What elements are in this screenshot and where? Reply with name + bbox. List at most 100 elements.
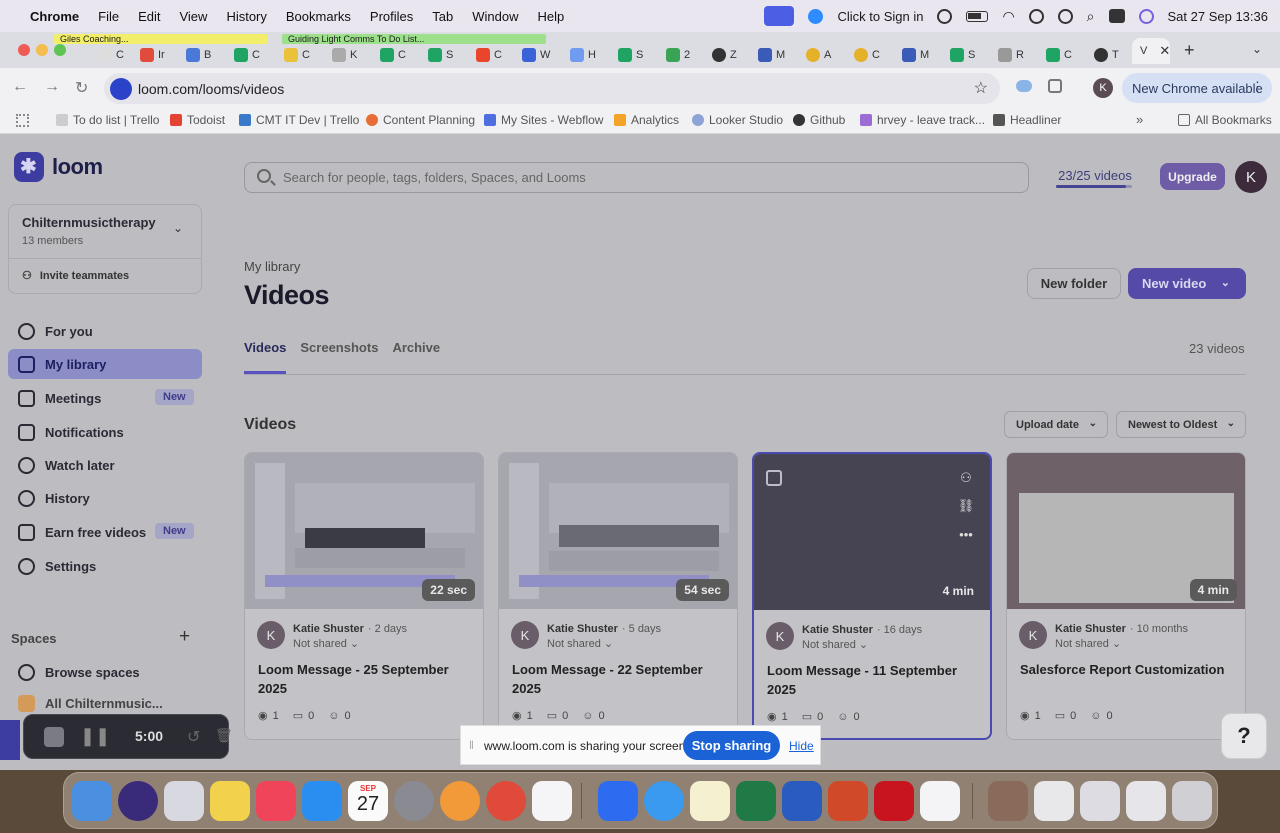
close-tab-icon[interactable]: ✕	[1159, 43, 1170, 59]
browser-tab[interactable]: R	[992, 42, 1036, 68]
invite-teammates-button[interactable]: ⚇ Invite teammates	[22, 269, 129, 283]
extensions-puzzle-icon[interactable]	[1048, 79, 1062, 93]
browser-tab[interactable]: C	[374, 42, 418, 68]
browser-tab[interactable]: C	[470, 42, 514, 68]
chrome-menu-icon[interactable]: ⋮	[1251, 79, 1264, 95]
safari-icon[interactable]	[644, 781, 684, 821]
freeform-icon[interactable]	[532, 781, 572, 821]
spotlight-icon[interactable]: ⌕	[1087, 8, 1095, 25]
url-input[interactable]: loom.com/looms/videos ☆	[104, 73, 1000, 104]
sidebar-item-watch-later[interactable]: Watch later	[8, 450, 202, 480]
browser-tab[interactable]: 2	[660, 42, 704, 68]
browser-tab[interactable]: C	[228, 42, 272, 68]
siri-icon[interactable]	[1138, 8, 1154, 24]
video-thumbnail[interactable]: 54 sec	[499, 453, 737, 609]
bookmark-cmt-trello[interactable]: CMT IT Dev | Trello	[239, 113, 359, 127]
minimize-window-icon[interactable]	[36, 44, 48, 56]
reload-icon[interactable]: ↻	[75, 78, 88, 98]
share-status[interactable]: Not shared ⌄	[802, 638, 868, 651]
menu-datetime[interactable]: Sat 27 Sep 13:36	[1168, 9, 1268, 24]
bookmark-headliner[interactable]: Headliner	[993, 113, 1061, 127]
sort-order-select[interactable]: Newest to Oldest ⌄	[1116, 411, 1246, 438]
chevron-down-icon[interactable]: ⌄	[173, 221, 183, 235]
forward-icon[interactable]: →	[44, 78, 60, 96]
siri-icon[interactable]	[118, 781, 158, 821]
sidebar-item-notifications[interactable]: Notifications	[8, 417, 202, 447]
system-settings-icon[interactable]	[394, 781, 434, 821]
recent-file-icon[interactable]	[988, 781, 1028, 821]
video-card[interactable]: 54 sec K Katie Shuster · 5 days Not share…	[498, 452, 738, 740]
powerpoint-icon[interactable]	[828, 781, 868, 821]
sidebar-item-earn-free-videos[interactable]: Earn free videos New	[8, 517, 202, 547]
all-bookmarks-button[interactable]: All Bookmarks	[1178, 113, 1272, 127]
sidebar-item-browse-spaces[interactable]: Browse spaces	[8, 657, 202, 687]
play-icon[interactable]	[937, 8, 953, 24]
screen-share-icon[interactable]	[764, 6, 795, 26]
browser-tab[interactable]: A	[800, 42, 844, 68]
finder-icon[interactable]	[72, 781, 112, 821]
back-icon[interactable]: ←	[12, 78, 28, 96]
video-title[interactable]: Loom Message - 11 September 2025	[767, 661, 982, 699]
menu-app-name[interactable]: Chrome	[30, 9, 79, 24]
battery-icon[interactable]	[966, 10, 989, 22]
menu-window[interactable]: Window	[472, 9, 518, 24]
apps-grid-icon[interactable]	[16, 114, 29, 127]
word-icon[interactable]	[782, 781, 822, 821]
select-checkbox[interactable]	[766, 470, 782, 486]
restart-icon[interactable]: ↺	[187, 727, 200, 747]
site-info-icon[interactable]	[110, 78, 132, 100]
browser-tab[interactable]: C	[278, 42, 322, 68]
tab-search-chevron-icon[interactable]: ⌄	[1252, 42, 1262, 56]
video-thumbnail[interactable]: 22 sec	[245, 453, 483, 609]
search-input[interactable]: Search for people, tags, folders, Spaces…	[244, 162, 1029, 193]
slack-icon[interactable]	[920, 781, 960, 821]
close-window-icon[interactable]	[18, 44, 30, 56]
hide-banner-link[interactable]: Hide	[789, 739, 814, 753]
zoom-icon[interactable]	[598, 781, 638, 821]
more-bookmarks-icon[interactable]: »	[1136, 112, 1143, 127]
sidebar-item-history[interactable]: History	[8, 483, 202, 513]
sidebar-item-for-you[interactable]: For you	[8, 316, 202, 346]
tab-screenshots[interactable]: Screenshots	[300, 340, 378, 374]
avatar[interactable]: K	[1235, 161, 1267, 193]
browser-tab-active[interactable]: V ✕	[1132, 38, 1170, 64]
control-center-icon[interactable]	[1108, 9, 1125, 23]
video-card[interactable]: ⚇ ⛓ ••• 4 min K Katie Shuster · 16 days N…	[752, 452, 992, 740]
sidebar-item-my-library[interactable]: My library	[8, 349, 202, 379]
menu-edit[interactable]: Edit	[138, 9, 160, 24]
pause-icon[interactable]: ❚❚	[80, 726, 110, 747]
photos-icon[interactable]	[440, 781, 480, 821]
add-space-icon[interactable]: +	[179, 626, 190, 648]
new-chrome-available-button[interactable]: New Chrome available ⋮	[1122, 73, 1272, 103]
stop-sharing-button[interactable]: Stop sharing	[683, 731, 780, 760]
excel-icon[interactable]	[736, 781, 776, 821]
sort-field-select[interactable]: Upload date ⌄	[1004, 411, 1108, 438]
zoom-status-icon[interactable]	[808, 8, 824, 24]
stop-recording-button[interactable]	[44, 727, 64, 747]
new-folder-button[interactable]: New folder	[1027, 268, 1121, 299]
launchpad-icon[interactable]	[164, 781, 204, 821]
bookmark-looker-studio[interactable]: Looker Studio	[692, 113, 783, 127]
browser-tab[interactable]: M	[896, 42, 940, 68]
bookmark-star-icon[interactable]: ☆	[974, 78, 988, 98]
browser-tab[interactable]: Z	[706, 42, 750, 68]
bookmark-github[interactable]: Github	[793, 113, 845, 127]
video-author[interactable]: Katie Shuster · 16 days	[802, 624, 922, 636]
browser-tab[interactable]: S	[944, 42, 988, 68]
video-author[interactable]: Katie Shuster · 5 days	[547, 623, 661, 635]
bookmark-webflow[interactable]: My Sites - Webflow	[484, 113, 603, 127]
sidebar-item-meetings[interactable]: Meetings New	[8, 383, 202, 413]
calendar-icon[interactable]: SEP 27	[348, 781, 388, 821]
browser-tab[interactable]: B	[180, 42, 224, 68]
browser-tab[interactable]: S	[612, 42, 656, 68]
menu-history[interactable]: History	[226, 9, 266, 24]
share-status[interactable]: Not shared ⌄	[1055, 637, 1121, 650]
chevron-down-icon[interactable]: ⌄	[1221, 276, 1230, 289]
menu-tab[interactable]: Tab	[432, 9, 453, 24]
screenshot-stack-icon[interactable]	[1126, 781, 1166, 821]
link-icon[interactable]: ⛓	[956, 496, 976, 516]
trash-icon[interactable]: 🗑	[215, 727, 233, 744]
share-status[interactable]: Not shared ⌄	[547, 637, 613, 650]
loom-logo[interactable]: loom	[14, 152, 103, 182]
bookmark-analytics[interactable]: Analytics	[614, 113, 679, 127]
